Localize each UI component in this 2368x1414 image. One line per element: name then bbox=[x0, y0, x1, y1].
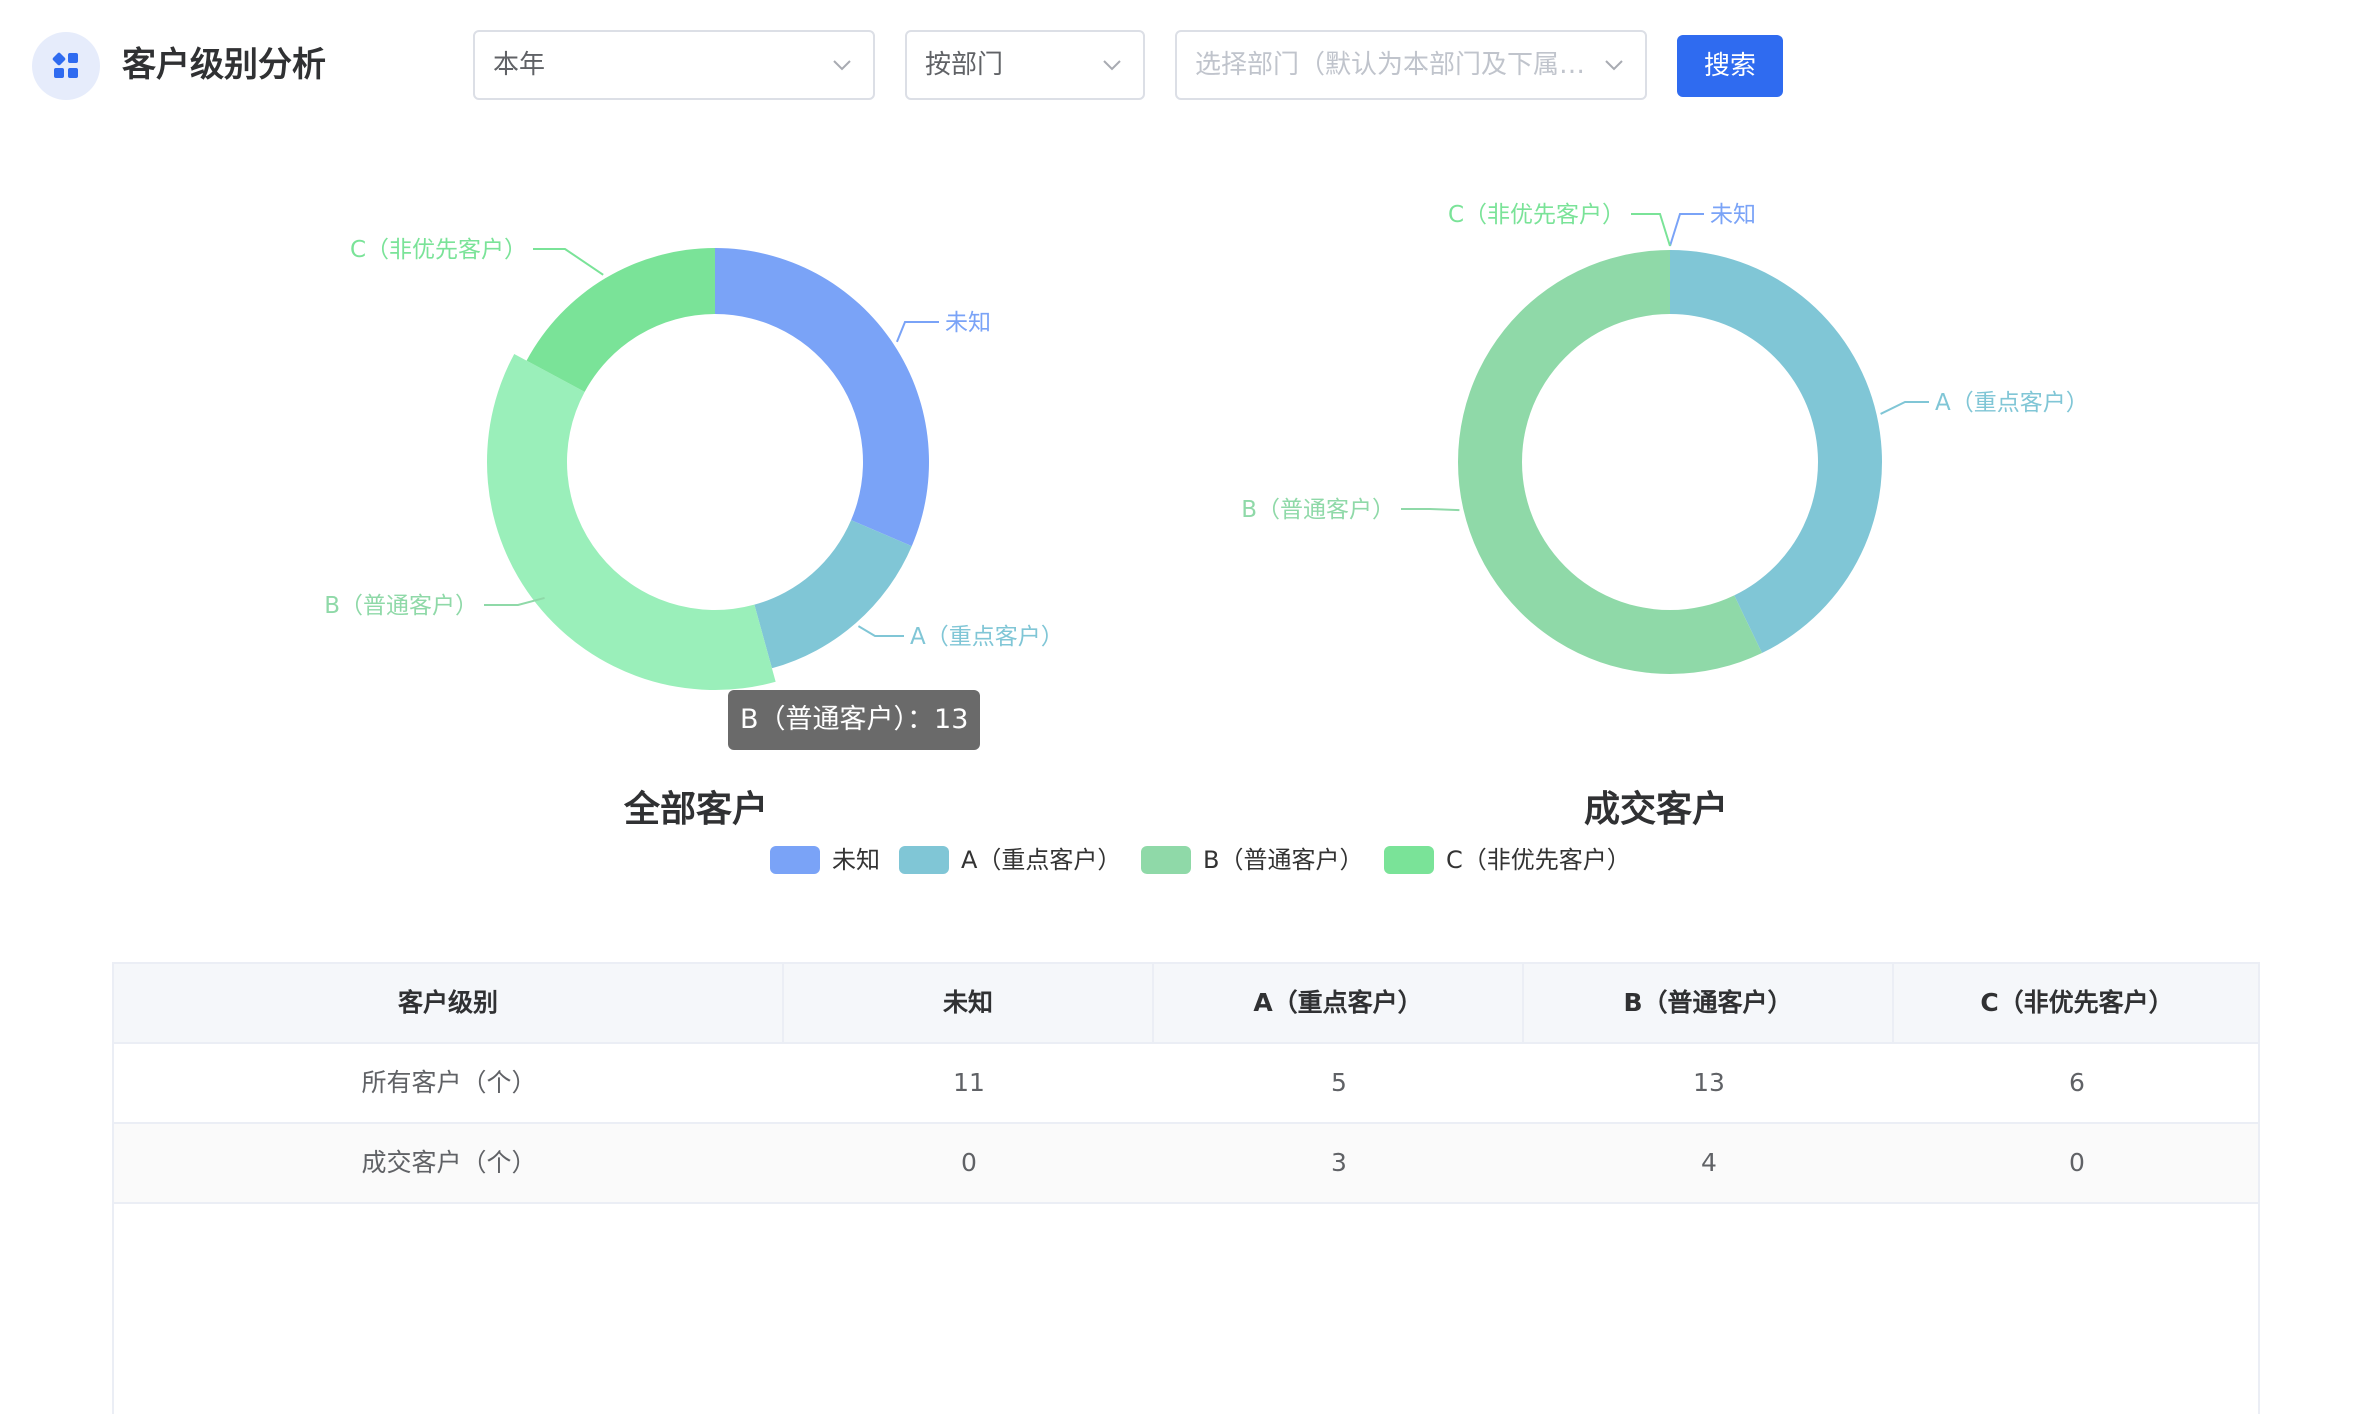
label-line-c bbox=[1631, 213, 1671, 247]
slice-label-c: C（非优先客户） bbox=[350, 237, 527, 263]
chevron-down-icon bbox=[1605, 60, 1623, 71]
slice-label-a: A（重点客户） bbox=[910, 624, 1064, 650]
table-cell: 11 bbox=[953, 1068, 985, 1097]
table-cell: 5 bbox=[1331, 1068, 1347, 1097]
label-line-a bbox=[857, 625, 904, 637]
slice-label-a: A（重点客户） bbox=[1935, 390, 2089, 416]
search-button[interactable]: 搜索 bbox=[1677, 35, 1783, 97]
chevron-down-icon bbox=[1103, 60, 1121, 71]
charts-area: 未知 A（重点客户） B（普通客户） C（非优先客户） 未知 A（重点客户） B（普通客户）… bbox=[324, 202, 2089, 690]
slice-label-b: B（普通客户） bbox=[1241, 497, 1395, 523]
dimension-select[interactable]: 按部门 bbox=[905, 30, 1145, 100]
legend-label: A（重点客户） bbox=[961, 846, 1122, 874]
slice-unknown[interactable] bbox=[715, 248, 929, 547]
label-line-b bbox=[1401, 508, 1460, 512]
row-label: 所有客户（个） bbox=[361, 1068, 537, 1097]
slice-label-c: C（非优先客户） bbox=[1448, 202, 1625, 228]
table-cell: 6 bbox=[2069, 1068, 2085, 1097]
dimension-select-value: 按部门 bbox=[925, 50, 1004, 80]
table-header-row: 客户级别 未知 A（重点客户） B（普通客户） C（非优先客户） bbox=[114, 964, 2258, 1044]
slice-label-b: B（普通客户） bbox=[324, 593, 478, 619]
table-header-cell: B（普通客户） bbox=[1524, 964, 1894, 1042]
table-header-cell: 未知 bbox=[784, 964, 1154, 1042]
table-row: 成交客户（个） 0 3 4 0 bbox=[114, 1124, 2258, 1204]
table-header-cell: C（非优先客户） bbox=[1980, 988, 2174, 1017]
legend-swatch bbox=[899, 846, 949, 874]
label-line-unknown bbox=[1669, 213, 1704, 247]
slice-label-unknown: 未知 bbox=[1710, 202, 1756, 228]
chevron-down-icon bbox=[833, 60, 851, 71]
label-line-c bbox=[533, 248, 604, 276]
slice-a[interactable] bbox=[1670, 250, 1882, 654]
legend-swatch bbox=[1384, 846, 1434, 874]
period-select[interactable]: 本年 bbox=[473, 30, 875, 100]
legend-label: C（非优先客户） bbox=[1446, 846, 1631, 874]
label-line-unknown bbox=[896, 321, 939, 343]
legend-label: 未知 bbox=[832, 846, 880, 874]
legend-label: B（普通客户） bbox=[1203, 846, 1364, 874]
table-row: 所有客户（个） 11 5 13 6 bbox=[114, 1044, 2258, 1124]
table-header-cell: 客户级别 bbox=[114, 964, 784, 1042]
legend-swatch bbox=[770, 846, 820, 874]
row-label: 成交客户（个） bbox=[361, 1148, 537, 1177]
dashboard-icon bbox=[32, 32, 100, 100]
all-customers-donut: 未知 A（重点客户） B（普通客户） C（非优先客户） bbox=[324, 237, 1064, 690]
table-header-cell: A（重点客户） bbox=[1154, 964, 1524, 1042]
deal-customers-chart-title: 成交客户 bbox=[1583, 789, 1729, 830]
department-select[interactable]: 选择部门（默认为本部门及下属部... bbox=[1175, 30, 1647, 100]
customer-level-table: 客户级别 未知 A（重点客户） B（普通客户） C（非优先客户） 所有客户（个）… bbox=[112, 962, 2260, 1414]
legend-swatch bbox=[1141, 846, 1191, 874]
table-cell: 0 bbox=[961, 1148, 977, 1177]
chart-legend: 未知 A（重点客户） B（普通客户） C（非优先客户） bbox=[0, 840, 2368, 880]
table-cell: 13 bbox=[1693, 1068, 1725, 1097]
chart-tooltip: B（普通客户）：13 bbox=[728, 690, 981, 750]
page-title: 客户级别分析 bbox=[122, 45, 326, 85]
period-select-value: 本年 bbox=[493, 50, 546, 80]
slice-b[interactable] bbox=[487, 353, 776, 690]
slice-c[interactable] bbox=[526, 248, 715, 392]
table-cell: 3 bbox=[1331, 1148, 1347, 1177]
table-cell: 4 bbox=[1701, 1148, 1717, 1177]
label-line-a bbox=[1880, 401, 1929, 415]
all-customers-chart-title: 全部客户 bbox=[623, 789, 769, 830]
deal-customers-donut: 未知 A（重点客户） B（普通客户） C（非优先客户） bbox=[1241, 202, 2089, 674]
table-cell: 0 bbox=[2069, 1148, 2085, 1177]
slice-a[interactable] bbox=[754, 520, 912, 669]
slice-label-unknown: 未知 bbox=[945, 310, 991, 336]
department-select-placeholder: 选择部门（默认为本部门及下属部... bbox=[1195, 50, 1605, 80]
